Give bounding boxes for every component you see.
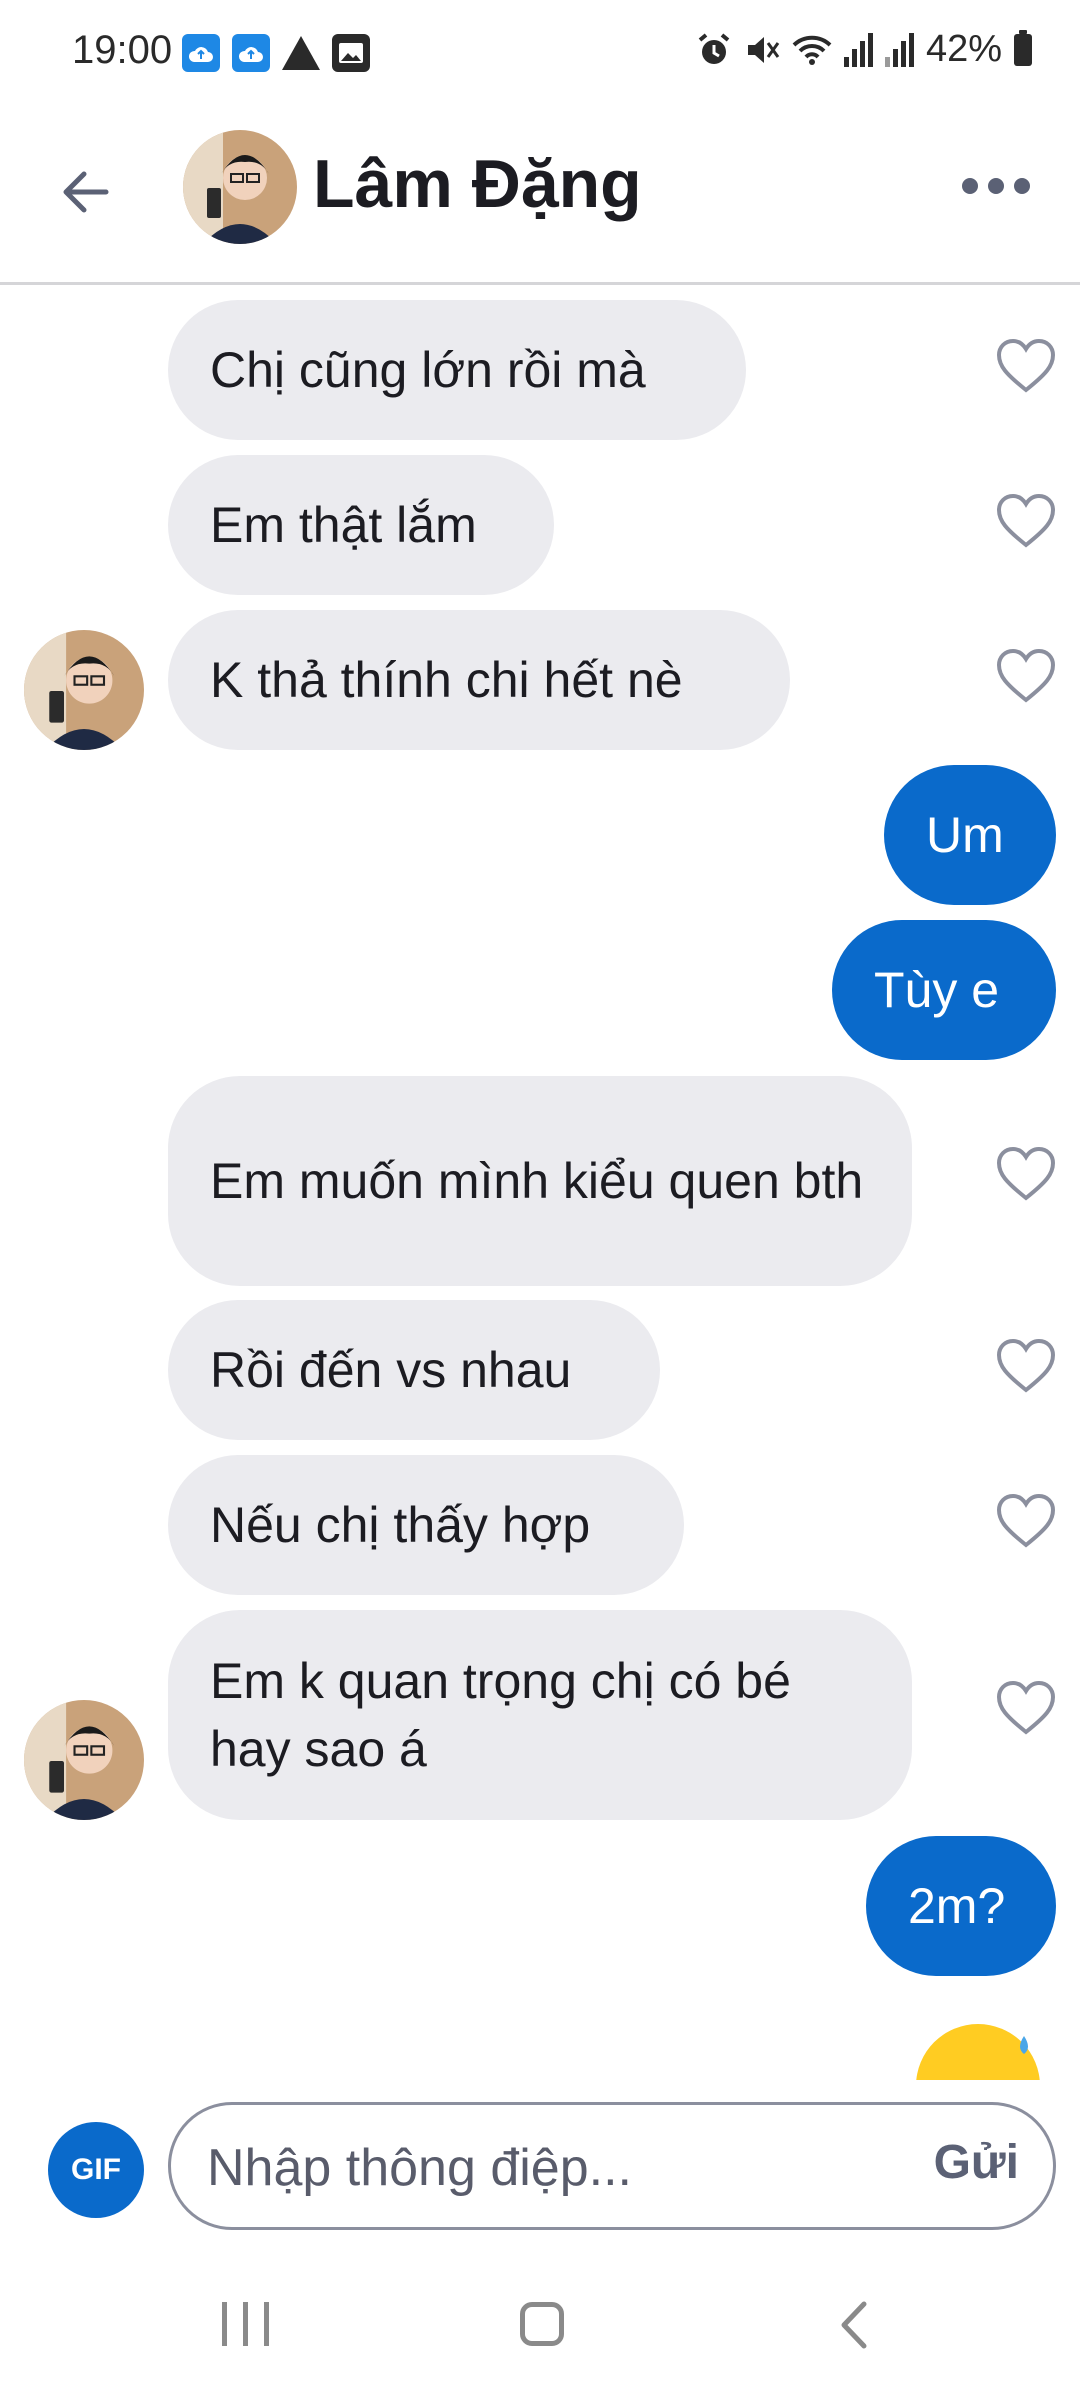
message-text: Em thật lắm [210, 497, 477, 553]
incoming-message[interactable]: Nếu chị thấy hợp [168, 1455, 684, 1595]
mute-icon [747, 36, 780, 63]
cloud-upload-icon [182, 34, 220, 72]
home-icon[interactable] [520, 2302, 564, 2346]
chat-header: Lâm Đặng [0, 110, 1080, 285]
heart-icon[interactable] [996, 648, 1056, 704]
warning-icon [282, 36, 320, 70]
heart-icon[interactable] [996, 1146, 1056, 1202]
message-text: Um [926, 807, 1004, 863]
status-time: 19:00 [72, 28, 173, 72]
incoming-message[interactable]: Em k quan trọng chị có bé hay sao á [168, 1610, 912, 1820]
message-composer: GIF Gửi [0, 2090, 1080, 2260]
image-icon [332, 34, 370, 72]
message-text: 2m? [908, 1878, 1006, 1934]
message-text: Em k quan trọng chị có bé hay sao á [210, 1653, 791, 1777]
contact-avatar[interactable] [183, 130, 297, 244]
battery-percent: 42% [925, 28, 1002, 70]
incoming-message[interactable]: Rồi đến vs nhau [168, 1300, 660, 1440]
system-icons: 42% [696, 28, 1032, 71]
alarm-icon [698, 32, 730, 64]
heart-icon[interactable] [996, 338, 1056, 394]
signal-icon [843, 32, 873, 67]
contact-name: Lâm Đặng [313, 146, 642, 222]
back-arrow-icon[interactable] [56, 162, 116, 222]
cloud-upload-icon [232, 34, 270, 72]
heart-icon[interactable] [996, 1680, 1056, 1736]
back-nav-icon[interactable] [830, 2300, 880, 2350]
heart-icon[interactable] [996, 1493, 1056, 1549]
incoming-message[interactable]: Em muốn mình kiểu quen bth [168, 1076, 912, 1286]
heart-icon[interactable] [996, 1338, 1056, 1394]
incoming-message[interactable]: Em thật lắm [168, 455, 554, 595]
outgoing-message[interactable]: Um [884, 765, 1056, 905]
send-button[interactable]: Gửi [934, 2135, 1019, 2190]
outgoing-message[interactable]: 2m? [866, 1836, 1056, 1976]
recent-apps-icon[interactable] [222, 2302, 269, 2346]
signal-icon [884, 32, 914, 67]
status-bar: 19:00 42% [0, 0, 1080, 110]
message-text: Tùy e [874, 962, 1000, 1018]
message-text: Em muốn mình kiểu quen bth [210, 1153, 864, 1209]
message-input-container[interactable]: Gửi [168, 2102, 1056, 2230]
heart-icon[interactable] [996, 493, 1056, 549]
incoming-message[interactable]: Chị cũng lớn rồi mà [168, 300, 746, 440]
sender-avatar[interactable] [24, 1700, 144, 1820]
message-text: Chị cũng lớn rồi mà [210, 342, 646, 398]
battery-icon [1014, 29, 1032, 66]
wifi-icon [792, 35, 832, 65]
outgoing-message[interactable]: Tùy e [832, 920, 1056, 1060]
incoming-message[interactable]: K thả thính chi hết nè [168, 610, 790, 750]
emoji-sticker[interactable] [912, 2020, 1044, 2080]
gif-button[interactable]: GIF [48, 2122, 144, 2218]
system-navigation-bar [0, 2260, 1080, 2400]
message-text: K thả thính chi hết nè [210, 652, 683, 708]
message-text: Rồi đến vs nhau [210, 1342, 572, 1398]
more-dots-icon[interactable] [962, 178, 1030, 194]
message-input[interactable] [205, 2123, 889, 2213]
notification-icons [182, 34, 370, 72]
sender-avatar[interactable] [24, 630, 144, 750]
message-text: Nếu chị thấy hợp [210, 1497, 591, 1553]
